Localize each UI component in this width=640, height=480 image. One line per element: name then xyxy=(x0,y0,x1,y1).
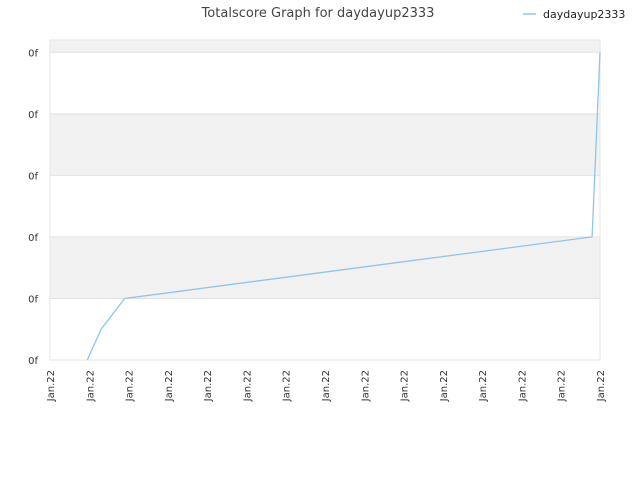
x-tick-label: Jan.22 xyxy=(360,370,371,402)
x-tick-label: Jan.22 xyxy=(400,370,411,402)
chart-title: Totalscore Graph for daydayup2333 xyxy=(201,6,435,21)
x-tick-labels: Jan.22 Jan.22 Jan.22 Jan.22 Jan.22 Jan.22 Jan.… xyxy=(46,370,607,402)
x-tick-label: Jan.22 xyxy=(242,370,253,402)
x-tick-label: Jan.22 xyxy=(596,370,607,402)
legend-label-daydayup2333: daydayup2333 xyxy=(543,8,625,21)
x-tick-label: Jan.22 xyxy=(557,370,568,402)
x-tick-label: Jan.22 xyxy=(321,370,332,402)
plot-band xyxy=(50,175,600,237)
y-tick-labels: 0f 0f 0f 0f 0f 0f xyxy=(28,48,38,367)
y-tick-label: 0f xyxy=(28,110,38,121)
x-tick-label: Jan.22 xyxy=(164,370,175,402)
y-tick-label: 0f xyxy=(28,356,38,367)
x-tick-label: Jan.22 xyxy=(125,370,136,402)
x-tick-label: Jan.22 xyxy=(46,370,57,402)
y-tick-label: 0f xyxy=(28,233,38,244)
x-tick-label: Jan.22 xyxy=(478,370,489,402)
plot-bands xyxy=(50,40,600,360)
legend: daydayup2333 xyxy=(523,8,625,21)
y-tick-label: 0f xyxy=(28,171,38,182)
chart: 0f0f0f0f0f0f Jan.22 Jan.22 Jan.22 Jan.22 Jan… xyxy=(28,6,625,402)
x-tick-label: Jan.22 xyxy=(439,370,450,402)
plot-band xyxy=(50,113,600,176)
plot-band xyxy=(50,40,600,53)
x-tick-label: Jan.22 xyxy=(203,370,214,402)
x-tick-label: Jan.22 xyxy=(85,370,96,402)
plot-band xyxy=(50,52,600,114)
y-tick-label: 0f xyxy=(28,48,38,59)
x-tick-label: Jan.22 xyxy=(282,370,293,402)
y-tick-label: 0f xyxy=(28,294,38,305)
plot-band xyxy=(50,298,600,360)
x-tick-label: Jan.22 xyxy=(517,370,528,402)
